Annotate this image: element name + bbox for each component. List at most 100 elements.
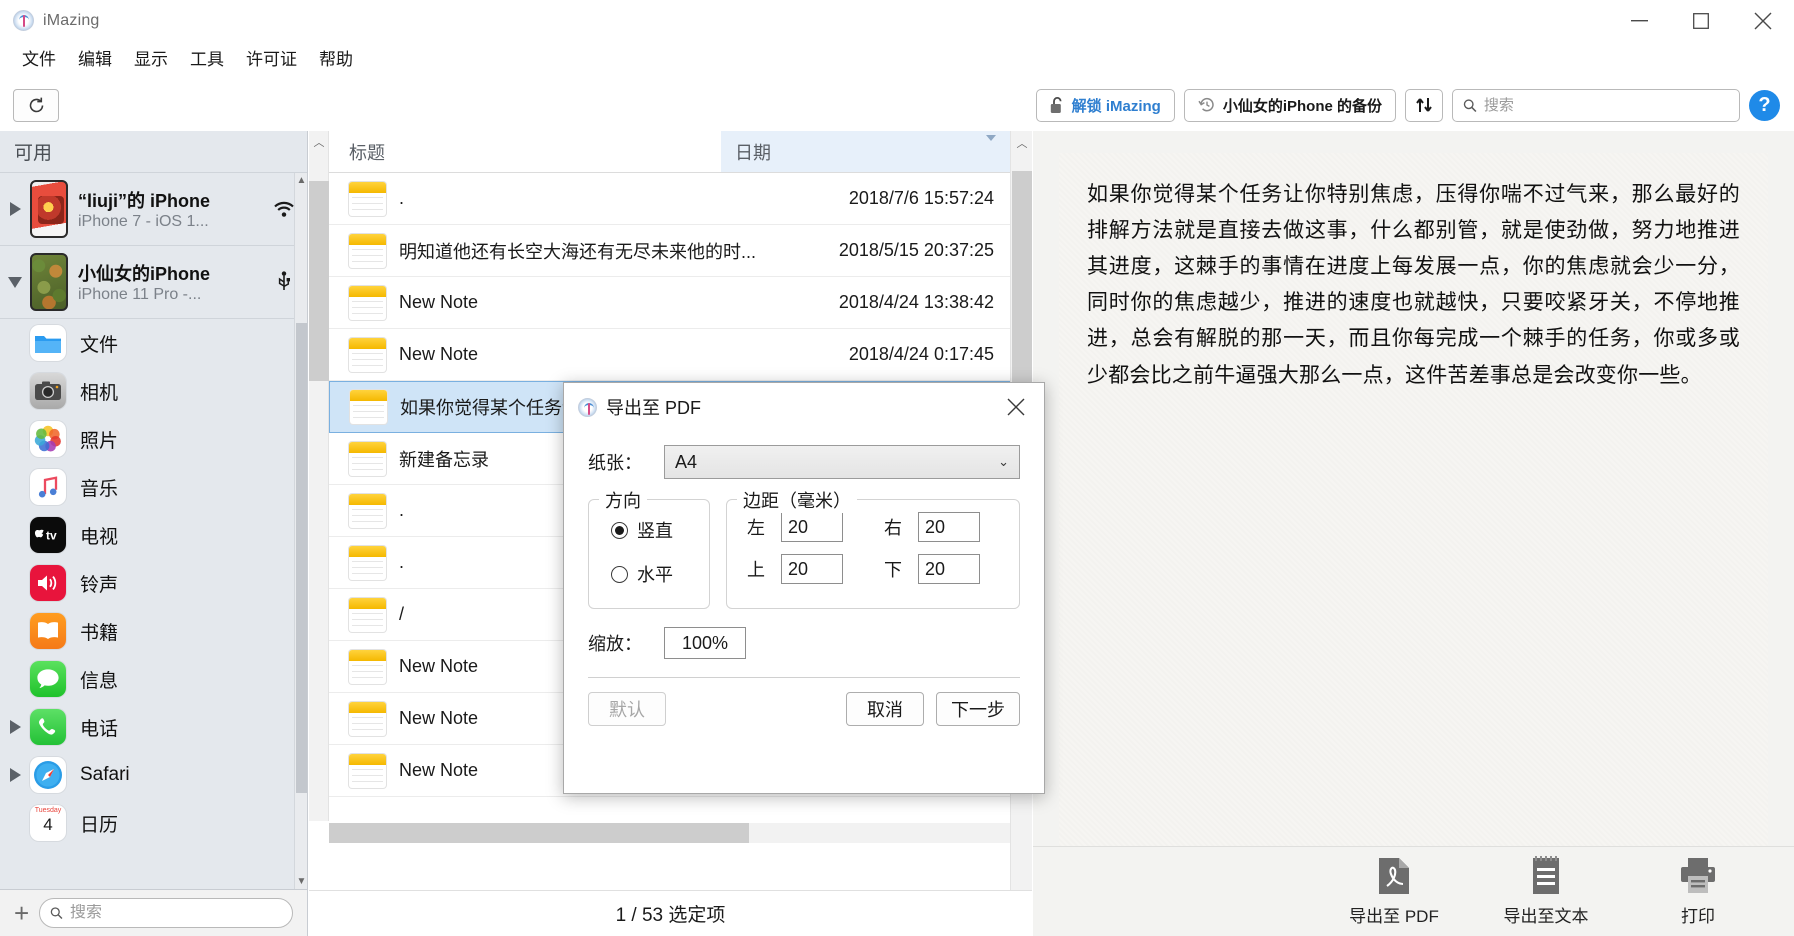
scroll-up-arrow-icon[interactable]: ▲ (295, 173, 307, 188)
margin-left-input[interactable] (781, 512, 843, 542)
orientation-option-portrait[interactable]: 竖直 (603, 508, 695, 552)
column-header-title[interactable]: 标题 (329, 131, 721, 172)
calendar-icon: Tuesday 4 (30, 805, 66, 841)
menu-file[interactable]: 文件 (12, 47, 66, 73)
radio-landscape[interactable] (611, 566, 628, 583)
table-row[interactable]: New Note 2018/4/24 0:17:45 (329, 329, 1010, 381)
note-body-text: 如果你觉得某个任务让你特别焦虑，压得你喘不过气来，那么最好的排解方法就是直接去做… (1087, 177, 1740, 394)
sidebar-search-input[interactable] (70, 904, 282, 922)
menu-edit[interactable]: 编辑 (68, 47, 122, 73)
sidebar-item-books[interactable]: 书籍 (0, 607, 307, 655)
sidebar: 可用 “liuji”的 iPhone iPhone 7 - iOS 1... (0, 131, 308, 936)
sidebar-item-photos[interactable]: 照片 (0, 415, 307, 463)
device-thumbnail (30, 180, 68, 238)
margin-right-input[interactable] (918, 512, 980, 542)
menu-view[interactable]: 显示 (124, 47, 178, 73)
imazing-window: iMazing 文件 编辑 显示 工具 许可证 帮助 (0, 0, 1794, 936)
status-bar: 1 / 53 选定项 (309, 890, 1032, 936)
disclosure-triangle-right-icon[interactable] (0, 768, 30, 782)
table-row[interactable]: New Note 2018/4/24 13:38:42 (329, 277, 1010, 329)
add-button[interactable]: + (14, 900, 29, 926)
chevron-down-icon: ⌄ (998, 454, 1009, 470)
paper-size-row: 纸张： A4 ⌄ (588, 445, 1020, 479)
disclosure-triangle-right-icon[interactable] (0, 202, 30, 216)
zoom-input[interactable] (664, 627, 746, 659)
close-icon[interactable] (1732, 0, 1794, 41)
backup-button[interactable]: 小仙女的iPhone 的备份 (1184, 89, 1396, 122)
menu-tools[interactable]: 工具 (180, 47, 234, 73)
transfer-button[interactable] (1405, 89, 1443, 122)
sidebar-item-label: Safari (80, 764, 130, 786)
paper-size-value: A4 (675, 452, 697, 473)
margin-bottom-input[interactable] (918, 554, 980, 584)
margins-grid: 左 右 上 下 (741, 508, 1005, 584)
sidebar-scrollbar[interactable]: ▲ ▼ (294, 173, 307, 889)
window-controls (1608, 0, 1794, 41)
toolbar-search-box[interactable] (1452, 89, 1740, 122)
radio-landscape-label: 水平 (637, 561, 673, 587)
sidebar-header: 可用 (0, 131, 307, 173)
orientation-option-landscape[interactable]: 水平 (603, 552, 695, 596)
sidebar-item-music[interactable]: 音乐 (0, 463, 307, 511)
scroll-down-arrow-icon[interactable]: ▼ (295, 874, 307, 889)
print-button[interactable]: 打印 (1650, 856, 1746, 927)
unlock-imazing-button[interactable]: 解锁 iMazing (1036, 89, 1175, 122)
scroll-up-arrow-icon[interactable]: ︿ (1011, 131, 1033, 155)
dialog-footer: 默认 取消 下一步 (564, 678, 1044, 726)
sidebar-item-label: 音乐 (80, 474, 118, 501)
help-button[interactable]: ? (1749, 90, 1780, 121)
device-text-group: 小仙女的iPhone iPhone 11 Pro -... (78, 260, 271, 304)
sidebar-item-phone[interactable]: 电话 (0, 703, 307, 751)
export-to-text-button[interactable]: 导出至文本 (1498, 856, 1594, 927)
title-left-group: iMazing (0, 10, 100, 31)
lock-open-icon (1050, 96, 1065, 114)
paper-size-select[interactable]: A4 ⌄ (664, 445, 1020, 479)
export-to-text-label: 导出至文本 (1504, 902, 1589, 927)
radio-portrait[interactable] (611, 522, 628, 539)
refresh-button[interactable] (13, 89, 59, 122)
sidebar-item-tv[interactable]: tv 电视 (0, 511, 307, 559)
list-left-scrollbar[interactable]: ︿ (309, 131, 329, 821)
list-horizontal-scrollbar-thumb[interactable] (329, 823, 749, 843)
note-icon (345, 333, 389, 377)
list-left-scrollbar-thumb[interactable] (309, 181, 329, 381)
cancel-button[interactable]: 取消 (846, 692, 924, 726)
messages-icon (30, 661, 66, 697)
zoom-label: 缩放： (588, 630, 650, 656)
column-header-date[interactable]: 日期 (721, 131, 1010, 172)
sidebar-item-camera[interactable]: 相机 (0, 367, 307, 415)
menu-license[interactable]: 许可证 (236, 47, 307, 73)
disclosure-triangle-right-icon[interactable] (0, 720, 30, 734)
defaults-button[interactable]: 默认 (588, 692, 666, 726)
minimize-icon[interactable] (1608, 0, 1670, 41)
sidebar-search-box[interactable] (39, 898, 293, 928)
files-icon (30, 325, 66, 361)
sidebar-device-liuji[interactable]: “liuji”的 iPhone iPhone 7 - iOS 1... (0, 173, 307, 246)
margin-top-input[interactable] (781, 554, 843, 584)
search-input[interactable] (1484, 97, 1729, 114)
sidebar-item-files[interactable]: 文件 (0, 319, 307, 367)
menu-help[interactable]: 帮助 (309, 47, 363, 73)
sidebar-scrollbar-thumb[interactable] (296, 323, 307, 793)
sidebar-item-label: 文件 (80, 330, 118, 357)
dialog-body: 纸张： A4 ⌄ 方向 竖直 水平 (564, 431, 1044, 659)
sidebar-item-safari[interactable]: Safari (0, 751, 307, 799)
scroll-up-arrow-icon[interactable]: ︿ (309, 131, 329, 153)
disclosure-triangle-down-icon[interactable] (0, 277, 30, 288)
export-to-pdf-button[interactable]: 导出至 PDF (1346, 856, 1442, 927)
sidebar-item-messages[interactable]: 信息 (0, 655, 307, 703)
sidebar-item-calendar[interactable]: Tuesday 4 日历 (0, 799, 307, 847)
sidebar-item-label: 照片 (80, 426, 118, 453)
sidebar-item-ringtones[interactable]: 铃声 (0, 559, 307, 607)
table-row[interactable]: 明知道他还有长空大海还有无尽未来他的时... 2018/5/15 20:37:2… (329, 225, 1010, 277)
close-icon[interactable] (996, 389, 1036, 425)
device-model: iPhone 11 Pro -... (78, 286, 271, 304)
maximize-icon[interactable] (1670, 0, 1732, 41)
list-horizontal-scrollbar[interactable] (329, 823, 1010, 843)
next-button[interactable]: 下一步 (936, 692, 1020, 726)
sidebar-device-xiaoxiannv[interactable]: 小仙女的iPhone iPhone 11 Pro -... (0, 246, 307, 319)
device-model: iPhone 7 - iOS 1... (78, 213, 271, 231)
table-row[interactable]: . 2018/7/6 15:57:24 (329, 173, 1010, 225)
device-thumbnail (30, 253, 68, 311)
note-title: . (399, 188, 849, 209)
